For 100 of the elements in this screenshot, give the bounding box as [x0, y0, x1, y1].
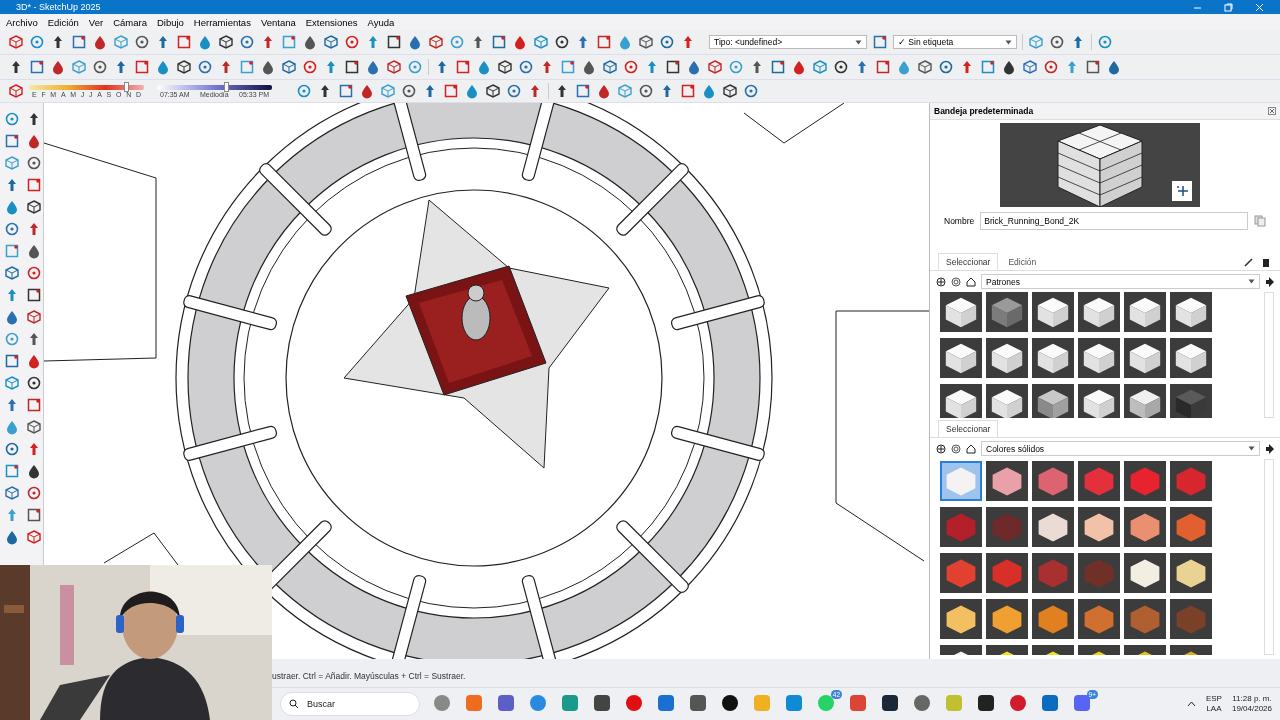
square-icon[interactable] [575, 83, 591, 99]
drop-icon[interactable] [260, 59, 276, 75]
square-icon[interactable] [770, 59, 786, 75]
square-icon[interactable] [344, 59, 360, 75]
language-label[interactable]: LAA [1206, 704, 1222, 714]
time-slider[interactable] [157, 84, 272, 90]
menu-item[interactable]: Dibujo [156, 16, 184, 28]
color-swatch[interactable] [1032, 553, 1074, 593]
circle-icon[interactable] [26, 485, 42, 501]
color-swatch[interactable] [1170, 553, 1212, 593]
circle-icon[interactable] [1049, 34, 1065, 50]
drop-icon[interactable] [50, 59, 66, 75]
color-swatch[interactable] [1032, 507, 1074, 547]
close-icon[interactable] [1268, 107, 1276, 115]
target-icon[interactable] [951, 276, 961, 287]
arrow-icon[interactable] [1265, 443, 1274, 454]
cube-icon[interactable] [638, 34, 654, 50]
square-icon[interactable] [4, 353, 20, 369]
square-icon[interactable] [1085, 59, 1101, 75]
cube-icon[interactable] [722, 83, 738, 99]
cube-icon[interactable] [497, 59, 513, 75]
pattern-swatch[interactable] [1170, 338, 1212, 378]
color-swatch[interactable] [986, 599, 1028, 639]
color-swatch[interactable] [1170, 507, 1212, 547]
pattern-swatch[interactable] [1032, 292, 1074, 332]
tab[interactable]: Seleccionar [938, 420, 999, 437]
cube-icon[interactable] [26, 309, 42, 325]
tab[interactable]: Edición [1000, 253, 1045, 270]
drop-icon[interactable] [92, 34, 108, 50]
circle-icon[interactable] [92, 59, 108, 75]
circle-icon[interactable] [1043, 59, 1059, 75]
menu-item[interactable]: Herramientas [193, 16, 251, 28]
color-swatch[interactable] [1078, 553, 1120, 593]
circle-icon[interactable] [134, 34, 150, 50]
library-dropdown[interactable]: Patrones [981, 274, 1260, 289]
cube-icon[interactable] [323, 34, 339, 50]
color-swatch[interactable] [986, 507, 1028, 547]
tag-dropdown[interactable]: ✓ Sin etiqueta [893, 35, 1017, 49]
pattern-swatch[interactable] [940, 292, 982, 332]
drop-icon[interactable] [1106, 59, 1122, 75]
cube-icon[interactable] [4, 265, 20, 281]
pattern-swatch[interactable] [1078, 338, 1120, 378]
add-icon[interactable] [936, 443, 946, 454]
color-swatch[interactable] [1170, 599, 1212, 639]
color-swatch[interactable] [1078, 461, 1120, 501]
square-icon[interactable] [386, 34, 402, 50]
cube-icon[interactable] [917, 59, 933, 75]
color-swatch[interactable] [1124, 461, 1166, 501]
app-icon[interactable] [882, 695, 898, 711]
pattern-swatch[interactable] [940, 384, 982, 418]
circle-icon[interactable] [938, 59, 954, 75]
restore-icon[interactable] [1224, 2, 1233, 12]
color-swatch[interactable] [1032, 599, 1074, 639]
chevron-icon[interactable] [1186, 699, 1196, 709]
cube-icon[interactable] [26, 199, 42, 215]
color-swatch[interactable] [940, 553, 982, 593]
language-label[interactable]: ESP [1205, 694, 1222, 704]
menu-item[interactable]: Cámara [113, 16, 147, 28]
pattern-swatch[interactable] [1124, 292, 1166, 332]
menu-item[interactable]: Ver [88, 16, 104, 28]
drop-icon[interactable] [4, 529, 20, 545]
cube-icon[interactable] [707, 59, 723, 75]
drop-icon[interactable] [596, 83, 612, 99]
circle-icon[interactable] [4, 441, 20, 457]
search-box[interactable]: Buscar [280, 692, 420, 716]
cube-icon[interactable] [281, 59, 297, 75]
color-swatch[interactable] [1078, 599, 1120, 639]
square-icon[interactable] [26, 397, 42, 413]
pattern-swatch[interactable] [1032, 384, 1074, 418]
cube-icon[interactable] [485, 83, 501, 99]
drop-icon[interactable] [1001, 59, 1017, 75]
clock-date[interactable]: 19/04/2026 [1231, 704, 1272, 714]
type-dropdown[interactable]: Tipo: <undefined> [709, 35, 867, 49]
app-icon[interactable] [722, 695, 738, 711]
pattern-swatch[interactable] [1078, 384, 1120, 418]
caret-icon[interactable] [1248, 279, 1255, 284]
square-icon[interactable] [875, 59, 891, 75]
cube-icon[interactable] [26, 419, 42, 435]
pattern-swatch[interactable] [1124, 338, 1166, 378]
pattern-swatch[interactable] [986, 384, 1028, 418]
drop-icon[interactable] [26, 133, 42, 149]
caret-icon[interactable] [1005, 39, 1012, 45]
square-icon[interactable] [26, 507, 42, 523]
color-swatch[interactable] [940, 461, 982, 501]
color-swatch[interactable] [940, 507, 982, 547]
square-icon[interactable] [491, 34, 507, 50]
drop-icon[interactable] [302, 34, 318, 50]
pattern-swatch[interactable] [1170, 292, 1212, 332]
app-icon[interactable] [978, 695, 994, 711]
square-icon[interactable] [872, 34, 888, 50]
circle-icon[interactable] [401, 83, 417, 99]
cube-icon[interactable] [176, 59, 192, 75]
circle-icon[interactable] [554, 34, 570, 50]
circle-icon[interactable] [638, 83, 654, 99]
square-icon[interactable] [665, 59, 681, 75]
circle-icon[interactable] [26, 375, 42, 391]
name-field[interactable]: Brick_Running_Bond_2K [980, 212, 1248, 230]
library-dropdown[interactable]: Colores sólidos [981, 441, 1260, 456]
menu-item[interactable]: Edición [47, 16, 79, 28]
menu-item[interactable]: Archivo [6, 16, 38, 28]
